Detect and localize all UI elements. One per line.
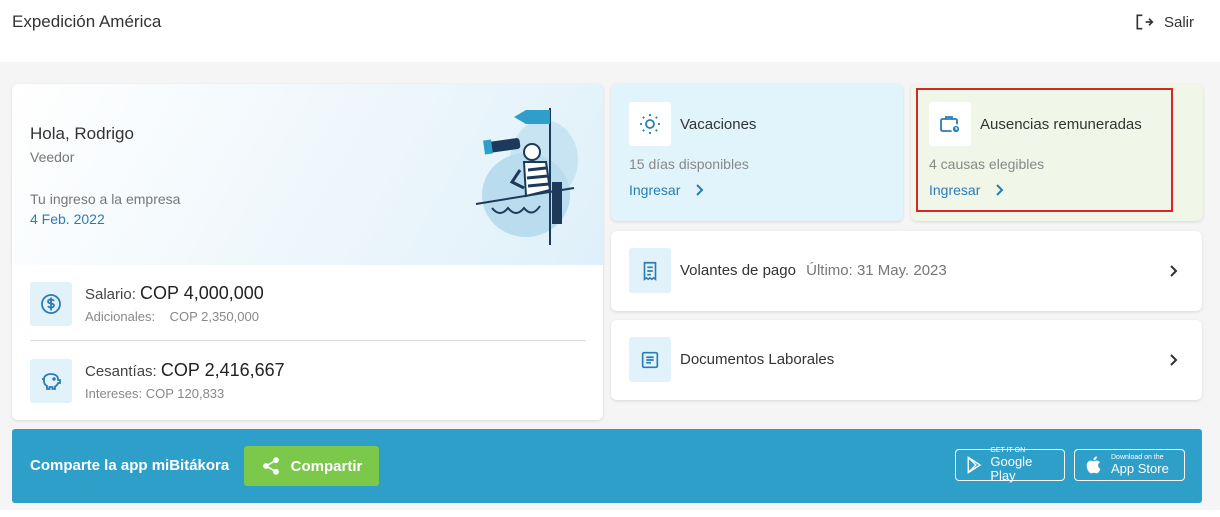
intereses-value: COP 120,833 [145, 386, 225, 401]
volantes-icon-box [629, 248, 671, 293]
greeting: Hola, Rodrigo [30, 124, 134, 143]
google-play-button[interactable]: GET IT ON Google Play [955, 447, 1065, 483]
salary-icon-box [30, 282, 72, 326]
vacaciones-subtitle: 15 días disponibles [629, 156, 749, 172]
salary-amount: COP 4,000,000 [140, 283, 264, 303]
cesantias-amount: COP 2,416,667 [160, 360, 285, 380]
cesantias-row: Cesantías: COP 2,416,667 Intereses: COP … [30, 342, 586, 418]
receipt-icon [643, 261, 657, 281]
cesantias-extra: Intereses: COP 120,833 [85, 386, 224, 401]
app-title: Expedición América [12, 12, 162, 31]
documentos-row[interactable]: Documentos Laborales [611, 320, 1202, 400]
top-bar: Expedición América Salir [0, 0, 1220, 62]
app-store-button[interactable]: Download on the App Store [1074, 449, 1185, 481]
volantes-detail: Último: 31 May. 2023 [806, 262, 947, 279]
logout-button[interactable]: Salir [1134, 12, 1194, 32]
documentos-title: Documentos Laborales [680, 351, 835, 368]
vacaciones-icon-box [629, 102, 671, 146]
ausencias-link-label: Ingresar [929, 182, 981, 198]
chevron-right-icon [1170, 265, 1178, 277]
chevron-right-icon [696, 184, 704, 196]
profile-card: Hola, Rodrigo Veedor Tu ingreso a la emp… [12, 84, 603, 420]
share-icon [262, 457, 279, 475]
share-banner: Comparte la app miBitákora Compartir GET… [12, 429, 1202, 503]
chevron-right-icon [1170, 354, 1178, 366]
vacaciones-title: Vacaciones [680, 116, 757, 133]
salary-extra: Adicionales: COP 2,350,000 [85, 309, 259, 324]
google-play-text: GET IT ON Google Play [990, 447, 1056, 483]
share-button-label: Compartir [290, 457, 363, 475]
chevron-right-icon [996, 184, 1004, 196]
ausencias-ingresar-link[interactable]: Ingresar [929, 182, 1004, 198]
ausencias-title: Ausencias remuneradas [980, 116, 1142, 133]
explorer-illustration [475, 108, 578, 245]
bottom-strip [0, 510, 1220, 517]
google-play-icon [967, 456, 982, 474]
sun-icon [640, 114, 660, 134]
google-play-big: Google Play [990, 454, 1033, 483]
cesantias-icon-box [30, 359, 72, 403]
app-store-text: Download on the App Store [1111, 454, 1169, 476]
join-label: Tu ingreso a la empresa [30, 191, 181, 207]
app-store-big: App Store [1111, 461, 1169, 476]
salary-label: Salario: [85, 286, 136, 303]
vacaciones-ingresar-link[interactable]: Ingresar [629, 182, 704, 198]
extra-value: COP 2,350,000 [169, 309, 259, 324]
vacaciones-card: Vacaciones 15 días disponibles Ingresar [611, 84, 903, 221]
logout-icon [1136, 14, 1154, 30]
piggy-bank-icon [42, 373, 61, 390]
cesantias-label: Cesantías: [85, 363, 157, 380]
salary-row: Salario: COP 4,000,000 Adicionales: COP … [30, 265, 586, 341]
ausencias-icon-box [929, 102, 971, 146]
apple-icon [1086, 456, 1101, 474]
ausencias-subtitle: 4 causas elegibles [929, 156, 1045, 172]
volantes-title-line: Volantes de pago Último: 31 May. 2023 [680, 262, 947, 279]
logout-label: Salir [1163, 13, 1194, 31]
salary-main: Salario: COP 4,000,000 [85, 283, 264, 304]
share-text: Comparte la app miBitákora [30, 457, 230, 474]
volantes-row[interactable]: Volantes de pago Último: 31 May. 2023 [611, 231, 1202, 311]
user-role: Veedor [30, 149, 75, 165]
cesantias-main: Cesantías: COP 2,416,667 [85, 360, 285, 381]
extra-label: Adicionales: [85, 309, 156, 324]
vacaciones-link-label: Ingresar [629, 182, 681, 198]
ausencias-card: Ausencias remuneradas 4 causas elegibles… [911, 84, 1203, 221]
documentos-icon-box [629, 337, 671, 382]
profile-header: Hola, Rodrigo Veedor Tu ingreso a la emp… [12, 84, 603, 265]
intereses-label: Intereses: [85, 386, 143, 401]
dollar-coin-icon [41, 294, 61, 314]
briefcase-clock-icon [940, 116, 961, 134]
document-icon [641, 351, 659, 368]
join-date: 4 Feb. 2022 [30, 211, 105, 227]
share-button[interactable]: Compartir [244, 446, 379, 486]
volantes-title: Volantes de pago [680, 262, 796, 279]
